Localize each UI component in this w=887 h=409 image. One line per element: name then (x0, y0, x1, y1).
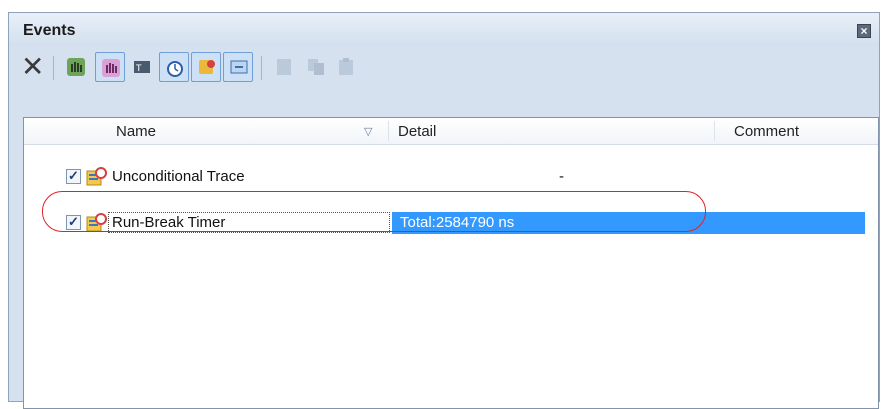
delete-button[interactable]: ✕ (15, 52, 47, 82)
hardware-break-button[interactable] (61, 52, 91, 82)
close-button[interactable]: × (857, 24, 871, 38)
timer-icon (167, 61, 183, 77)
event-mark-icon (199, 60, 215, 74)
paste-icon (339, 58, 353, 75)
panel-titlebar: Events × (9, 13, 879, 47)
delete-icon: ✕ (21, 51, 45, 82)
column-divider (388, 121, 389, 141)
paste-button[interactable] (331, 52, 361, 82)
column-divider (714, 121, 715, 141)
toolbar: ✕ T (9, 47, 879, 87)
software-break-icon (102, 59, 120, 77)
software-break-button[interactable] (95, 52, 125, 82)
event-name: Unconditional Trace (112, 168, 245, 185)
event-mark-button[interactable] (191, 52, 221, 82)
list-header: Name ▽ Detail Comment (24, 118, 878, 145)
copy-button[interactable] (301, 52, 331, 82)
event-detail: - (559, 168, 564, 185)
detail-button[interactable] (269, 52, 299, 82)
timer-button[interactable] (159, 52, 189, 82)
annotation-highlight (42, 191, 706, 232)
action-event-button[interactable] (223, 52, 253, 82)
column-header-detail[interactable]: Detail (398, 123, 436, 140)
svg-text:T: T (135, 64, 142, 74)
toolbar-separator (53, 56, 54, 80)
toolbar-separator (261, 56, 262, 80)
action-event-icon (230, 60, 248, 74)
event-row-unconditional-trace[interactable]: ✓ Unconditional Trace - (24, 166, 878, 188)
events-list[interactable]: Name ▽ Detail Comment ✓ Unconditional Tr… (23, 117, 879, 409)
column-header-comment[interactable]: Comment (734, 123, 799, 140)
event-enable-checkbox[interactable]: ✓ (66, 169, 81, 184)
sort-indicator-icon: ▽ (364, 126, 373, 138)
trace-event-icon (86, 167, 107, 186)
detail-icon (277, 59, 291, 75)
column-header-name[interactable]: Name (116, 123, 156, 140)
trace-button[interactable]: T (127, 52, 157, 82)
copy-icon (308, 59, 324, 75)
panel-title: Events (23, 22, 76, 39)
close-icon: × (860, 24, 868, 38)
hardware-break-icon (67, 58, 85, 76)
trace-icon: T (134, 61, 150, 74)
